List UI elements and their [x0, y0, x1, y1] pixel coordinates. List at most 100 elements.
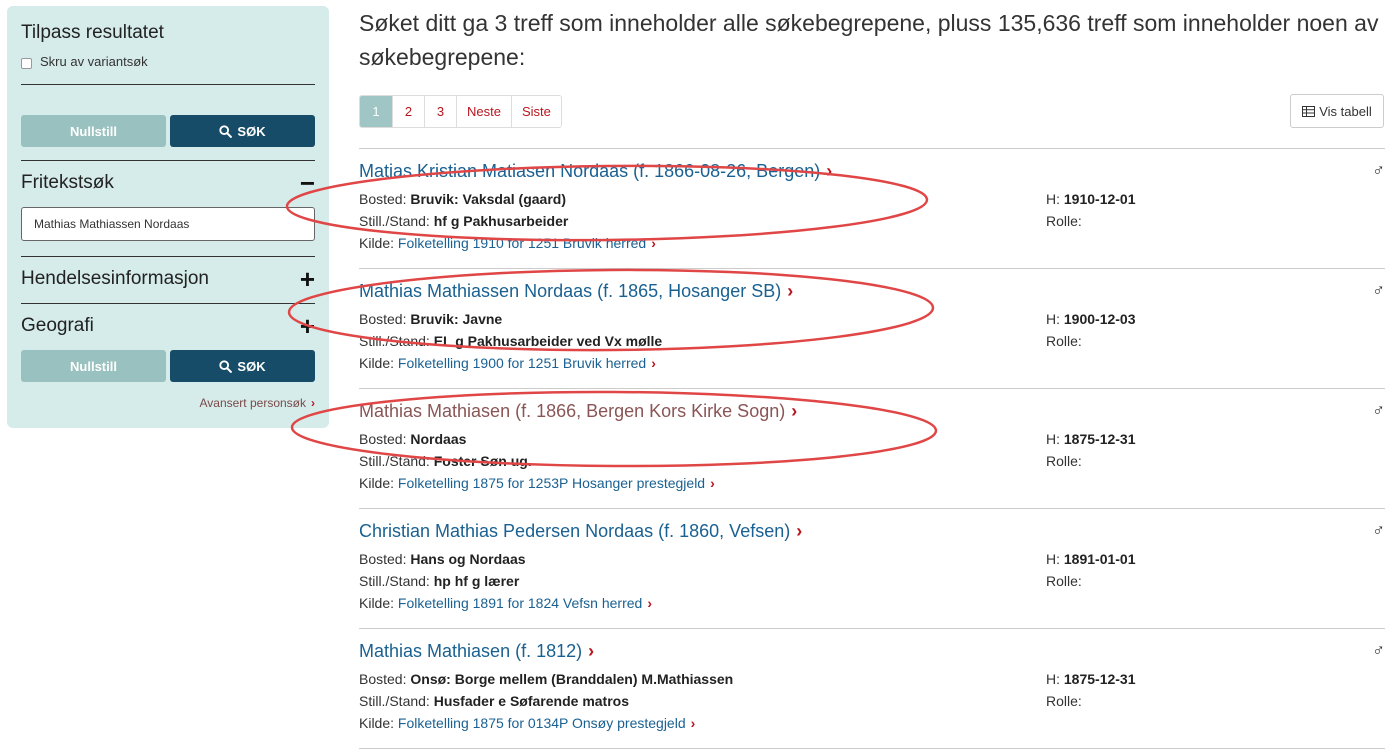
role-label: Rolle:	[1046, 333, 1082, 349]
residence-label: Bosted:	[359, 551, 407, 567]
divider	[359, 748, 1385, 749]
event-section-header[interactable]: Hendelsesinformasjon +	[21, 266, 315, 292]
male-icon: ♂	[1372, 161, 1385, 180]
residence-line: Bosted: Onsø: Borge mellem (Branddalen) …	[359, 671, 733, 687]
divider	[21, 256, 315, 257]
residence-label: Bosted:	[359, 671, 407, 687]
result-item: Mathias Mathiasen (f. 1812) › Bosted: Ons…	[359, 628, 1385, 748]
male-icon: ♂	[1372, 521, 1385, 540]
page-2[interactable]: 2	[392, 96, 424, 127]
chevron-right-icon: ›	[710, 475, 715, 491]
result-list: Matias Kristian Matiasen Nordaas (f. 186…	[359, 148, 1385, 749]
advanced-search-link[interactable]: Avansert personsøk ›	[200, 396, 316, 410]
event-date-line: H: 1910-12-01	[1046, 191, 1136, 207]
freetext-input[interactable]: Mathias Mathiassen Nordaas	[21, 207, 315, 241]
event-date-label: H:	[1046, 671, 1060, 687]
occupation-label: Still./Stand:	[359, 453, 430, 469]
search-summary: Søket ditt ga 3 treff som inneholder all…	[359, 10, 1379, 70]
chevron-right-icon: ›	[826, 161, 833, 181]
residence-line: Bosted: Bruvik: Javne	[359, 311, 502, 327]
residence-value: Onsø: Borge mellem (Branddalen) M.Mathia…	[410, 671, 734, 687]
person-name: Mathias Mathiasen (f. 1812)	[359, 641, 583, 661]
person-link[interactable]: Mathias Mathiassen Nordaas (f. 1865, Hos…	[359, 281, 793, 302]
reset-button[interactable]: Nullstill	[21, 350, 166, 382]
residence-label: Bosted:	[359, 191, 407, 207]
geo-heading: Geografi	[21, 315, 94, 336]
person-link[interactable]: Mathias Mathiasen (f. 1812) ›	[359, 641, 594, 662]
source-link[interactable]: Folketelling 1875 for 1253P Hosanger pre…	[398, 475, 705, 491]
occupation-label: Still./Stand:	[359, 213, 430, 229]
table-view-button[interactable]: Vis tabell	[1290, 94, 1384, 128]
search-icon	[219, 124, 233, 138]
expand-icon[interactable]: +	[300, 313, 315, 339]
person-link[interactable]: Mathias Mathiasen (f. 1866, Bergen Kors …	[359, 401, 797, 422]
source-line: Kilde: Folketelling 1891 for 1824 Vefsn …	[359, 595, 652, 611]
expand-icon[interactable]: +	[300, 266, 315, 292]
filter-sidebar: Tilpass resultatet Skru av variantsøk Nu…	[7, 6, 329, 428]
occupation-label: Still./Stand:	[359, 573, 430, 589]
residence-line: Bosted: Hans og Nordaas	[359, 551, 526, 567]
geo-section-header[interactable]: Geografi +	[21, 313, 315, 339]
occupation-value: Husfader e Søfarende matros	[433, 693, 630, 709]
occupation-line: Still./Stand: Foster Søn ug.	[359, 453, 532, 469]
occupation-value: Foster Søn ug.	[433, 453, 532, 469]
person-link[interactable]: Christian Mathias Pedersen Nordaas (f. 1…	[359, 521, 802, 542]
residence-value: Nordaas	[410, 431, 467, 447]
page-3[interactable]: 3	[424, 96, 456, 127]
result-item: Matias Kristian Matiasen Nordaas (f. 186…	[359, 148, 1385, 268]
source-label: Kilde:	[359, 235, 395, 251]
residence-line: Bosted: Nordaas	[359, 431, 466, 447]
event-date-label: H:	[1046, 431, 1060, 447]
person-name: Mathias Mathiasen (f. 1866, Bergen Kors …	[359, 401, 786, 421]
event-date-label: H:	[1046, 191, 1060, 207]
next-page[interactable]: Neste	[456, 96, 511, 127]
collapse-icon[interactable]: −	[300, 170, 315, 196]
occupation-line: Still./Stand: hf g Pakhusarbeider	[359, 213, 568, 229]
sidebar-title: Tilpass resultatet	[21, 22, 164, 43]
reset-button[interactable]: Nullstill	[21, 115, 166, 147]
residence-value: Bruvik: Javne	[410, 311, 503, 327]
person-link[interactable]: Matias Kristian Matiasen Nordaas (f. 186…	[359, 161, 832, 182]
variant-checkbox-label: Skru av variantsøk	[40, 54, 148, 69]
male-icon: ♂	[1372, 401, 1385, 420]
search-icon	[219, 359, 233, 373]
source-line: Kilde: Folketelling 1875 for 0134P Onsøy…	[359, 715, 695, 731]
table-view-label: Vis tabell	[1319, 103, 1372, 119]
event-date-line: H: 1891-01-01	[1046, 551, 1136, 567]
source-link[interactable]: Folketelling 1891 for 1824 Vefsn herred	[398, 595, 642, 611]
top-button-row: Nullstill SØK	[21, 115, 315, 147]
person-name: Matias Kristian Matiasen Nordaas (f. 186…	[359, 161, 821, 181]
event-heading: Hendelsesinformasjon	[21, 268, 209, 289]
person-name: Christian Mathias Pedersen Nordaas (f. 1…	[359, 521, 791, 541]
role-label: Rolle:	[1046, 693, 1082, 709]
occupation-value: hf g Pakhusarbeider	[433, 213, 569, 229]
result-item: Christian Mathias Pedersen Nordaas (f. 1…	[359, 508, 1385, 628]
search-button[interactable]: SØK	[170, 115, 315, 147]
role-label: Rolle:	[1046, 453, 1082, 469]
freetext-section-header[interactable]: Fritekstsøk −	[21, 170, 315, 196]
source-label: Kilde:	[359, 475, 395, 491]
page-1[interactable]: 1	[360, 96, 392, 127]
occupation-label: Still./Stand:	[359, 693, 430, 709]
freetext-heading: Fritekstsøk	[21, 172, 114, 193]
source-label: Kilde:	[359, 595, 395, 611]
variant-checkbox[interactable]	[21, 57, 32, 69]
occupation-line: Still./Stand: Husfader e Søfarende matro…	[359, 693, 629, 709]
search-button-label: SØK	[237, 123, 266, 139]
chevron-right-icon: ›	[588, 641, 595, 661]
event-date-line: H: 1875-12-31	[1046, 431, 1136, 447]
chevron-right-icon: ›	[311, 396, 315, 410]
chevron-right-icon: ›	[651, 355, 656, 371]
event-date-value: 1900-12-03	[1063, 311, 1136, 327]
source-link[interactable]: Folketelling 1910 for 1251 Bruvik herred	[398, 235, 646, 251]
source-link[interactable]: Folketelling 1875 for 0134P Onsøy preste…	[398, 715, 686, 731]
last-page[interactable]: Siste	[510, 96, 561, 127]
event-date-value: 1875-12-31	[1063, 671, 1136, 687]
chevron-right-icon: ›	[651, 235, 656, 251]
table-icon	[1302, 105, 1316, 117]
divider	[21, 84, 315, 85]
result-item: Mathias Mathiassen Nordaas (f. 1865, Hos…	[359, 268, 1385, 388]
variant-toggle[interactable]: Skru av variantsøk	[21, 54, 315, 69]
source-link[interactable]: Folketelling 1900 for 1251 Bruvik herred	[398, 355, 646, 371]
search-button[interactable]: SØK	[170, 350, 315, 382]
